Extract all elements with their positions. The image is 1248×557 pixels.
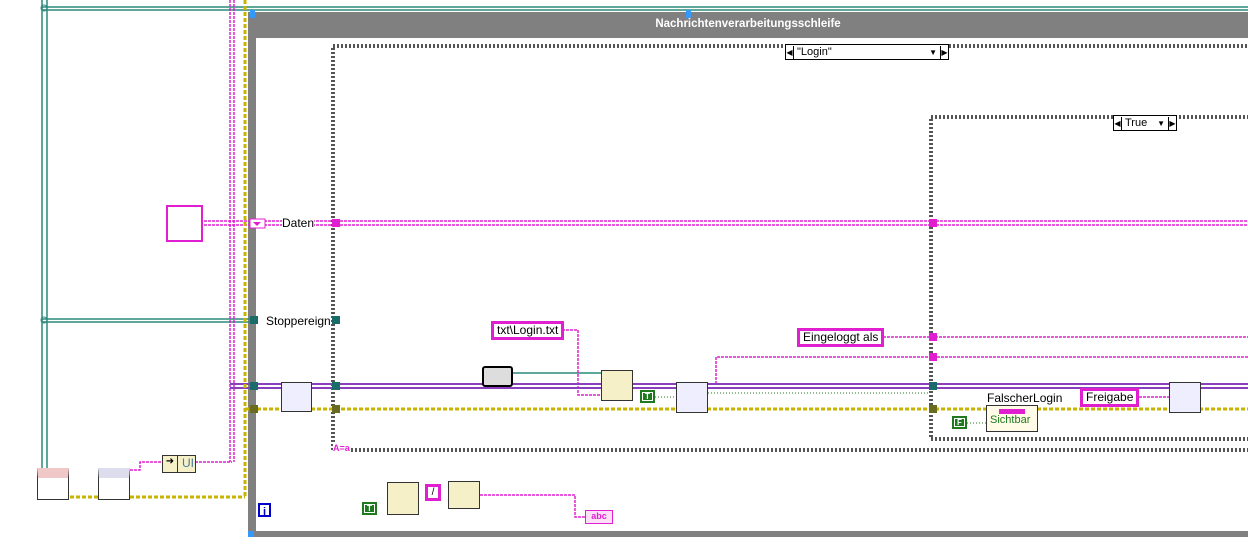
login-file-constant[interactable]: txt\Login.txt [491,321,565,340]
property-node-control: FalscherLogin [987,391,1063,405]
enqueue-message-icon[interactable] [1169,382,1201,413]
login-subvi-icon[interactable] [676,382,708,413]
false-constant[interactable]: F [952,416,967,429]
ui-node[interactable]: ➜ UI [162,455,196,473]
loop-title: Nachrichtenverarbeitungsschleife [655,18,841,30]
case-selector[interactable]: ◀ "Login" ▼ ▶ [785,44,949,60]
concatenate-strings-icon[interactable] [448,481,480,509]
logged-in-as-constant[interactable]: Eingeloggt als [797,328,885,347]
arrow-right-icon: ➜ [165,456,175,467]
property-name: Sichtbar [990,414,1031,426]
property-node[interactable]: Sichtbar [986,405,1038,432]
path-separator-icon[interactable]: / [425,484,441,501]
ui-label: UI [177,456,194,472]
true-constant-2[interactable]: T [362,502,377,515]
obtain-queue-icon[interactable] [98,468,130,500]
next-case-icon[interactable]: ▶ [1168,116,1176,130]
release-constant[interactable]: Freigabe [1080,388,1140,407]
iteration-terminal: i [258,503,271,518]
chevron-down-icon[interactable]: ▼ [929,46,940,59]
folder-path-icon [482,366,513,387]
next-case-icon[interactable]: ▶ [940,45,948,59]
case-selector-value: "Login" [797,45,832,58]
prev-case-icon[interactable]: ◀ [786,45,794,59]
user-event-icon[interactable] [166,205,203,242]
inner-case-selector[interactable]: ◀ True ▼ ▶ [1113,115,1177,131]
date-time-icon[interactable] [387,482,419,515]
create-event-icon[interactable] [37,468,69,500]
wire-layer [40,0,1248,537]
string-indicator[interactable]: abc [585,510,613,524]
stoppereign-label: Stoppereign [266,314,331,328]
true-constant[interactable]: T [640,390,655,403]
case-insensitive-label: A=a [333,443,350,453]
dequeue-message-icon[interactable] [281,382,312,412]
chevron-down-icon[interactable]: ▼ [1157,117,1168,130]
daten-label: Daten [282,216,315,230]
prev-case-icon[interactable]: ◀ [1114,116,1122,130]
build-path-icon[interactable] [601,370,633,401]
inner-case-selector-value: True [1125,116,1148,129]
